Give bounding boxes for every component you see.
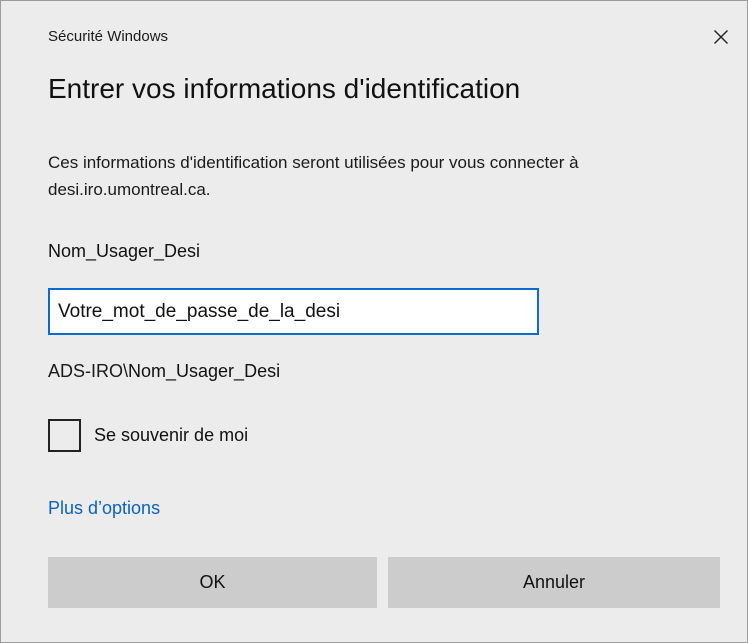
password-field[interactable]: [48, 288, 539, 335]
window-title: Sécurité Windows: [48, 28, 169, 45]
dialog-heading: Entrer vos informations d'identification: [48, 73, 521, 104]
remember-me-label[interactable]: Se souvenir de moi: [94, 425, 248, 446]
domain-prefix: ADS-IRO\: [48, 361, 129, 381]
close-icon: [714, 30, 728, 44]
more-options-link[interactable]: Plus d’options: [48, 498, 160, 519]
cancel-button[interactable]: Annuler: [388, 557, 720, 608]
domain-info: ADS-IRO\Nom_Usager_Desi: [48, 361, 280, 382]
username-label: Nom_Usager_Desi: [48, 241, 201, 261]
domain-username: Nom_Usager_Desi: [128, 361, 281, 381]
remember-me-option[interactable]: Se souvenir de moi: [48, 419, 248, 452]
remember-me-checkbox[interactable]: [48, 419, 81, 452]
credential-dialog: Sécurité Windows Entrer vos informations…: [0, 0, 748, 643]
dialog-message: Ces informations d'identification seront…: [48, 153, 579, 199]
close-button[interactable]: [701, 19, 741, 55]
ok-button[interactable]: OK: [48, 557, 377, 608]
